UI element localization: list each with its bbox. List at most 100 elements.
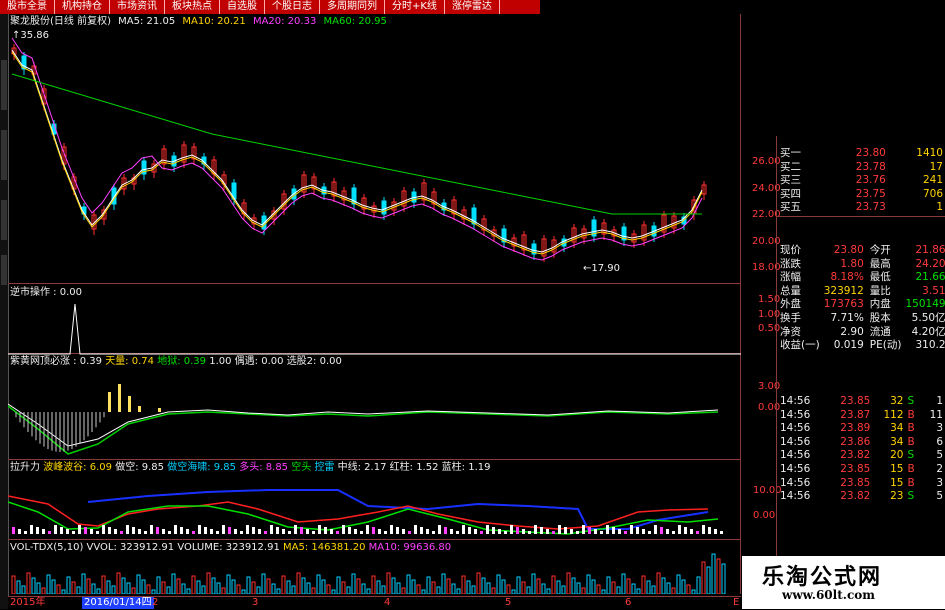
trade-volume: 20 bbox=[890, 449, 904, 462]
trade-count: 1 bbox=[936, 395, 943, 407]
top-menu-item[interactable]: 分时+K线 bbox=[385, 0, 445, 14]
volume-bar bbox=[256, 586, 261, 594]
volume-bar bbox=[381, 585, 386, 594]
top-menu-item[interactable]: 市场资讯 bbox=[110, 0, 165, 14]
x-tick: 4 bbox=[384, 597, 391, 608]
pull-bar bbox=[678, 525, 681, 534]
volume-bar bbox=[271, 583, 276, 594]
volume-bar bbox=[51, 579, 56, 594]
pull-bar bbox=[660, 527, 663, 534]
volume-bar bbox=[591, 579, 596, 594]
pull-bar bbox=[306, 529, 309, 534]
top-menu-item[interactable]: 涨停雷达 bbox=[445, 0, 500, 14]
bid-level: 买一 bbox=[780, 147, 801, 159]
volume-bar bbox=[566, 572, 571, 594]
sidebar-tab-basic[interactable] bbox=[1, 200, 7, 240]
netting-curve-white bbox=[8, 403, 719, 447]
volume-bar bbox=[646, 580, 651, 594]
x-tick: 2 bbox=[152, 597, 159, 608]
pull-bar bbox=[648, 531, 651, 534]
trade-row: 14:56 23.82 23 S 5 bbox=[778, 490, 945, 504]
volume-bar bbox=[91, 583, 96, 594]
pull-bar bbox=[600, 531, 603, 534]
volume-bars bbox=[11, 553, 726, 594]
volume-bar bbox=[176, 578, 181, 594]
pull-bar bbox=[636, 527, 639, 534]
volume-bar bbox=[281, 575, 286, 594]
trade-row: 14:56 23.86 34 B 6 bbox=[778, 436, 945, 450]
volume-bar bbox=[301, 577, 306, 594]
pull-bar bbox=[624, 531, 627, 534]
pull-bar bbox=[702, 525, 705, 534]
sidebar-tab-f10[interactable] bbox=[1, 255, 7, 285]
top-menu-item[interactable]: 板块热点 bbox=[165, 0, 220, 14]
bid-price: 23.78 bbox=[855, 160, 886, 173]
volume-bar bbox=[606, 576, 611, 594]
top-menu-item[interactable]: 股市全景 bbox=[0, 0, 55, 14]
volume-bar bbox=[481, 577, 486, 594]
sidebar-tab-daily[interactable] bbox=[1, 60, 7, 110]
signal-bar bbox=[158, 408, 161, 412]
stat-label: 最低 bbox=[869, 271, 891, 284]
volume-bar bbox=[16, 580, 21, 594]
volume-bar bbox=[401, 587, 406, 594]
volume-bar bbox=[491, 587, 496, 594]
short-label: 做空: 9.85 bbox=[115, 462, 165, 473]
volume-bar bbox=[676, 574, 681, 594]
pull-bar bbox=[390, 525, 393, 534]
x-tick: 3 bbox=[252, 597, 259, 608]
sidebar-tab-history[interactable] bbox=[1, 130, 7, 180]
volume-bar bbox=[241, 589, 246, 594]
volume-bar bbox=[341, 581, 346, 594]
volume-bar bbox=[531, 573, 536, 594]
volume-bar bbox=[596, 584, 601, 594]
pull-bar bbox=[582, 525, 585, 534]
pull-bar bbox=[522, 529, 525, 534]
volume-bar bbox=[601, 589, 606, 594]
volume-bar bbox=[41, 587, 46, 594]
volume-bar bbox=[26, 572, 31, 594]
pull-bar bbox=[594, 529, 597, 534]
pull-bar bbox=[468, 527, 471, 534]
pull-bar bbox=[402, 529, 405, 534]
chart-canvas[interactable] bbox=[8, 14, 741, 594]
top-menu-item[interactable]: 个股日志 bbox=[265, 0, 320, 14]
trade-price: 23.86 bbox=[840, 435, 871, 448]
volume-bar bbox=[261, 573, 266, 594]
pull-bar bbox=[504, 531, 507, 534]
volume-bar bbox=[441, 573, 446, 594]
stat-label: 最高 bbox=[869, 257, 891, 270]
pull-bar bbox=[114, 529, 117, 534]
signal-bar bbox=[108, 392, 111, 412]
bid-price: 23.80 bbox=[855, 147, 886, 159]
x-tick: E bbox=[733, 597, 740, 608]
top-menu-item[interactable]: 多周期同列 bbox=[320, 0, 385, 14]
bid-volume: 241 bbox=[922, 174, 943, 187]
pull-bar bbox=[198, 525, 201, 534]
tianliang-label: 天量: 0.74 bbox=[105, 356, 155, 367]
pull-bar bbox=[630, 525, 633, 534]
volume-bar bbox=[496, 574, 501, 594]
volume-bar bbox=[611, 581, 616, 594]
pull-bar bbox=[444, 527, 447, 534]
volume-bar bbox=[691, 589, 696, 594]
volume-bar bbox=[616, 586, 621, 594]
top-menu-item[interactable]: 自选股 bbox=[220, 0, 265, 14]
reverse-op-label: 逆市操作 : 0.00 bbox=[10, 287, 82, 298]
volume-bar bbox=[706, 566, 711, 594]
top-menu-item[interactable]: 机构持仓 bbox=[55, 0, 110, 14]
x-cursor-date: 2016/01/14四 bbox=[82, 597, 154, 609]
volume-bar bbox=[541, 583, 546, 594]
volume-bar bbox=[426, 576, 431, 594]
pull-bar bbox=[288, 531, 291, 534]
pull-bar bbox=[708, 527, 711, 534]
trade-time: 14:56 bbox=[780, 490, 811, 503]
volume-bar bbox=[76, 586, 81, 594]
pull-bar bbox=[396, 527, 399, 534]
volume-bar bbox=[576, 582, 581, 594]
pull-bar bbox=[414, 525, 417, 534]
pull-bar bbox=[696, 531, 699, 534]
volume-bar bbox=[86, 578, 91, 594]
volume-bar bbox=[181, 583, 186, 594]
vvol-label: VVOL: 323912.91 bbox=[86, 542, 175, 553]
